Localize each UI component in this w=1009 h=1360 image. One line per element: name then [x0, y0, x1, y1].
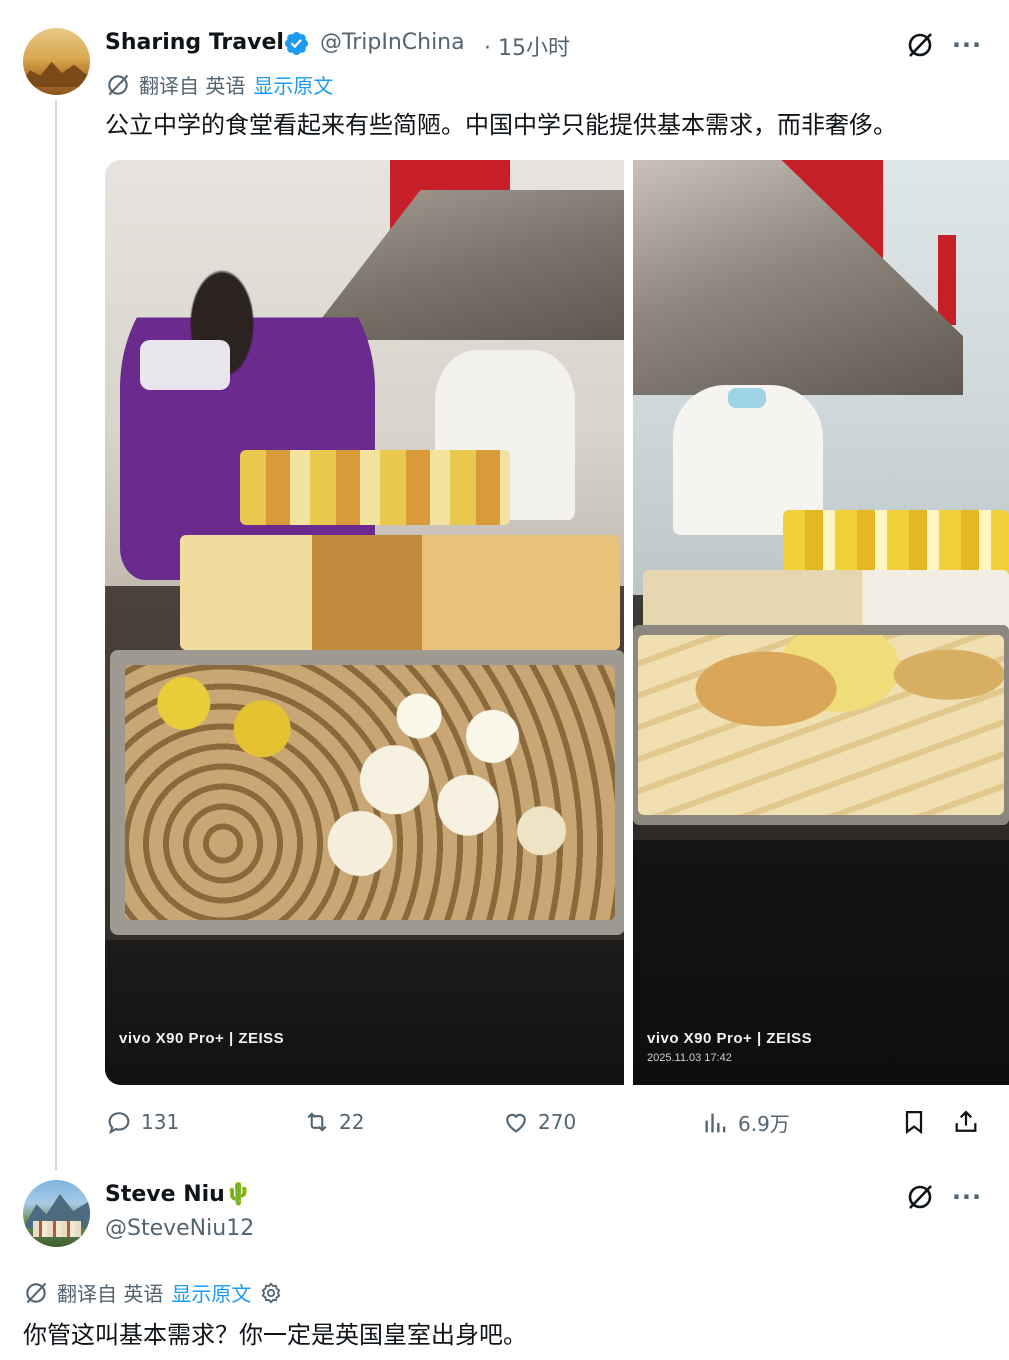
reply-author-avatar[interactable] — [23, 1180, 90, 1247]
grok-icon[interactable] — [903, 28, 937, 62]
share-icon — [955, 1110, 977, 1132]
reply-author-name[interactable]: Steve Niu🌵 — [105, 1182, 252, 1207]
bookmark-button[interactable] — [900, 1108, 928, 1136]
translate-icon — [108, 74, 129, 95]
views-button[interactable]: 6.9万 — [702, 1108, 790, 1137]
author-handle[interactable]: @TripInChina — [320, 30, 465, 55]
like-count: 270 — [538, 1110, 577, 1134]
retweet-count: 22 — [339, 1110, 365, 1134]
more-icon[interactable]: ··· — [950, 28, 984, 62]
show-original-link[interactable]: 显示原文 — [171, 1278, 251, 1307]
author-name[interactable]: Sharing Travel — [105, 30, 284, 55]
verified-badge-icon — [284, 31, 309, 56]
reply-author-handle[interactable]: @SteveNiu12 — [105, 1216, 254, 1241]
settings-icon[interactable] — [259, 1281, 283, 1305]
translate-icon — [26, 1282, 47, 1303]
retweet-button[interactable]: 22 — [303, 1108, 364, 1136]
show-original-link[interactable]: 显示原文 — [253, 70, 333, 99]
translate-label: 翻译自 英语 — [57, 1282, 164, 1306]
tweet-time[interactable]: · 15小时 — [484, 30, 570, 62]
photo-watermark: vivo X90 Pro+ | ZEISS — [119, 1030, 284, 1047]
like-button[interactable]: 270 — [502, 1108, 576, 1136]
views-icon — [705, 1113, 726, 1132]
reply-text: 你管这叫基本需求？你一定是英国皇室出身吧。 — [23, 1321, 527, 1349]
reply-count: 131 — [141, 1110, 180, 1134]
reply-button[interactable]: 131 — [105, 1108, 179, 1136]
translation-notice: 翻译自 英语 显示原文 — [105, 70, 333, 99]
like-icon — [506, 1113, 526, 1133]
photo-watermark: vivo X90 Pro+ | ZEISS 2025.11.03 17:42 — [647, 1030, 812, 1064]
watermark-brand: vivo X90 Pro+ | ZEISS — [119, 1030, 285, 1047]
grok-icon[interactable] — [903, 1180, 937, 1214]
more-icon[interactable]: ··· — [950, 1180, 984, 1214]
thread-connector-line — [55, 100, 57, 1170]
tweet-photo-2[interactable]: vivo X90 Pro+ | ZEISS 2025.11.03 17:42 — [633, 160, 1009, 1085]
watermark-date: 2025.11.03 17:42 — [647, 1052, 732, 1064]
tweet-text: 公立中学的食堂看起来有些简陋。中国中学只能提供基本需求，而非奢侈。 — [105, 111, 897, 139]
translate-label: 翻译自 英语 — [139, 74, 246, 98]
share-button[interactable] — [952, 1108, 980, 1136]
watermark-brand: vivo X90 Pro+ | ZEISS — [647, 1030, 813, 1047]
tweet-photo-1[interactable]: vivo X90 Pro+ | ZEISS — [105, 160, 624, 1085]
bookmark-icon — [905, 1110, 923, 1135]
retweet-icon — [307, 1112, 327, 1132]
author-avatar[interactable] — [23, 28, 90, 95]
views-count: 6.9万 — [738, 1112, 790, 1136]
reply-icon — [108, 1112, 130, 1135]
reply-translation-notice: 翻译自 英语 显示原文 — [23, 1278, 283, 1307]
